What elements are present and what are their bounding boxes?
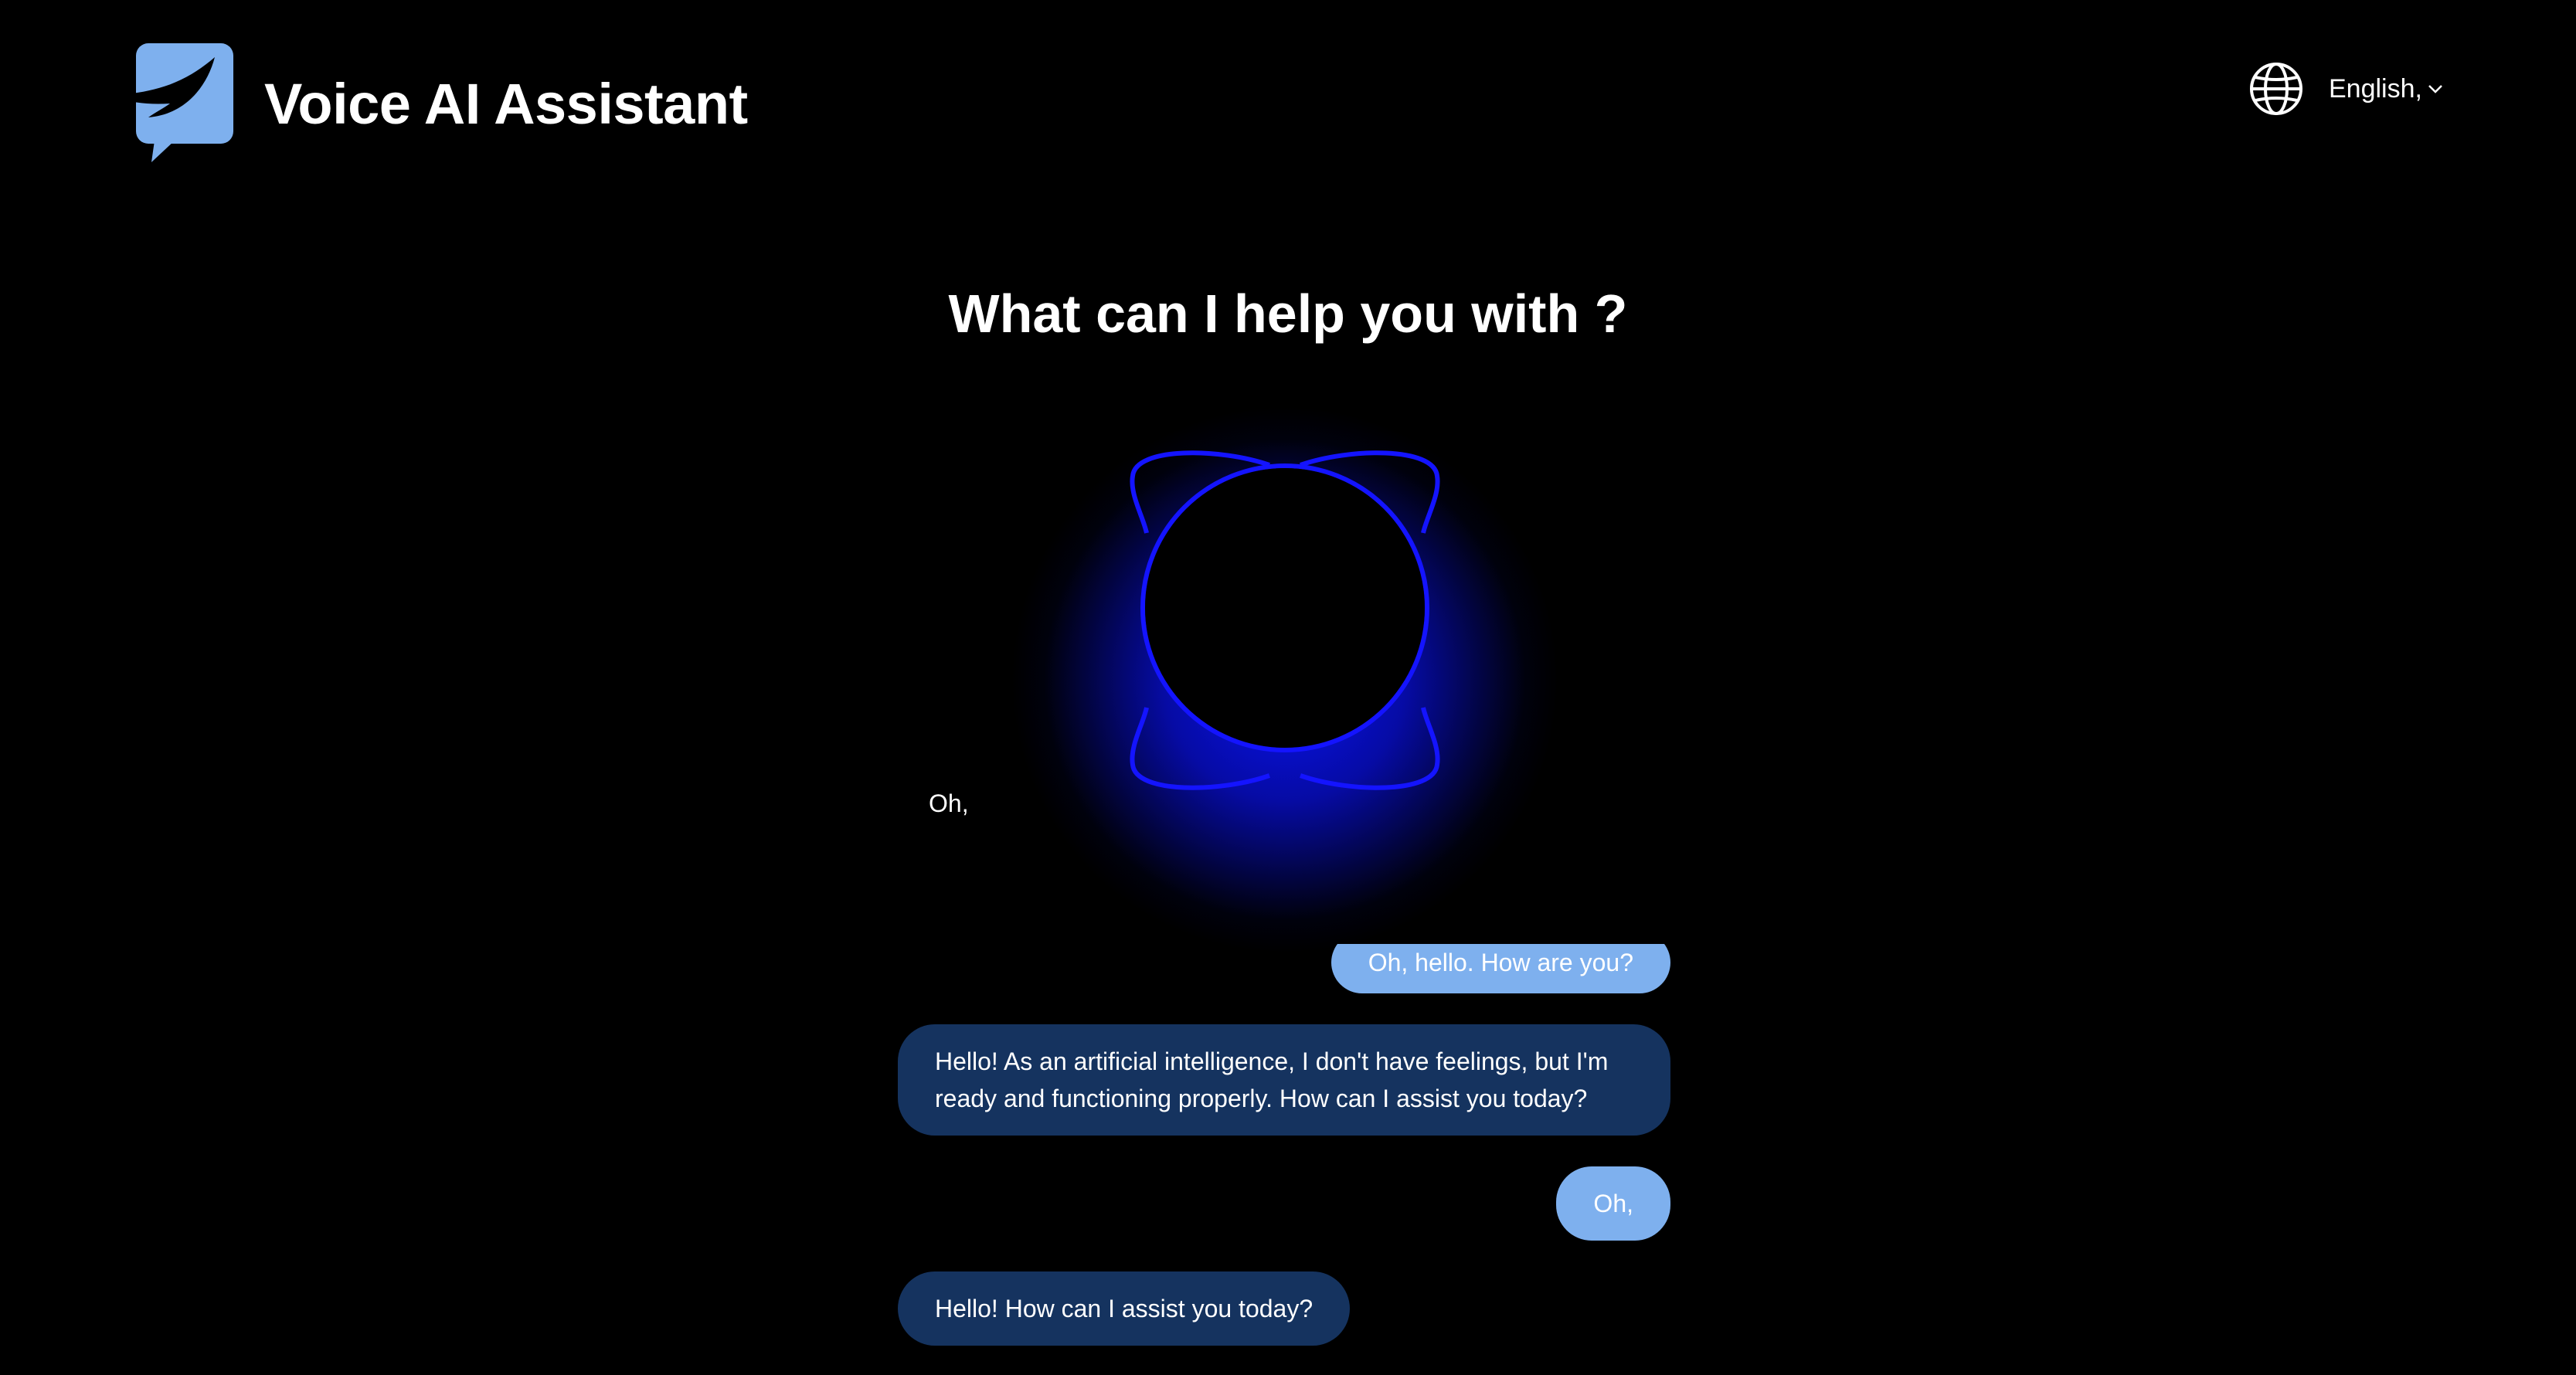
voice-orb[interactable] <box>1113 448 1457 793</box>
chevron-down-icon <box>2428 85 2442 93</box>
assistant-message: Hello! As an artificial intelligence, I … <box>898 1024 1670 1136</box>
user-message: Oh, <box>1556 1166 1670 1241</box>
globe-icon <box>2250 63 2302 115</box>
language-selector[interactable]: English, U <box>2248 60 2445 117</box>
app-page: Voice AI Assistant English, U What can I… <box>0 0 2576 1375</box>
brand: Voice AI Assistant <box>108 42 748 165</box>
user-message: Oh, hello. How are you? <box>1330 944 1670 993</box>
chat-log[interactable]: Oh, hello. How are you? Hello! As an art… <box>898 944 1670 1375</box>
assistant-message: Hello! How can I assist you today? <box>898 1271 1351 1346</box>
language-label: English, U <box>2329 73 2423 104</box>
app-title: Voice AI Assistant <box>264 71 748 136</box>
live-transcript: Oh, <box>929 789 969 817</box>
chat-logo-icon <box>108 42 240 165</box>
